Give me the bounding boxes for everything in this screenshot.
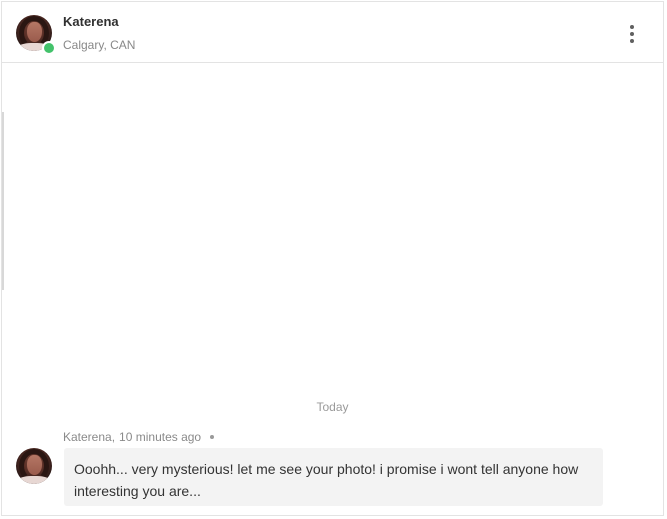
message-avatar[interactable] — [16, 448, 52, 484]
message-bubble: Ooohh... very mysterious! let me see you… — [64, 448, 603, 506]
scrollbar-edge — [2, 112, 4, 290]
message-status-dot — [210, 435, 215, 439]
message-sender-separator: , — [111, 430, 116, 444]
online-status-indicator — [42, 41, 56, 55]
date-divider: Today — [316, 400, 349, 414]
more-vertical-icon — [630, 25, 634, 29]
message-time: 10 minutes ago — [119, 430, 202, 444]
message-meta: Katerena, 10 minutes ago — [63, 430, 215, 444]
contact-location: Calgary, CAN — [63, 38, 136, 52]
chat-header: Katerena Calgary, CAN — [2, 2, 663, 63]
more-options-button[interactable] — [619, 22, 645, 46]
chat-window: Katerena Calgary, CAN Today Katerena, 10… — [1, 1, 664, 516]
contact-name[interactable]: Katerena — [63, 14, 119, 29]
message-sender: Katerena — [63, 430, 112, 444]
